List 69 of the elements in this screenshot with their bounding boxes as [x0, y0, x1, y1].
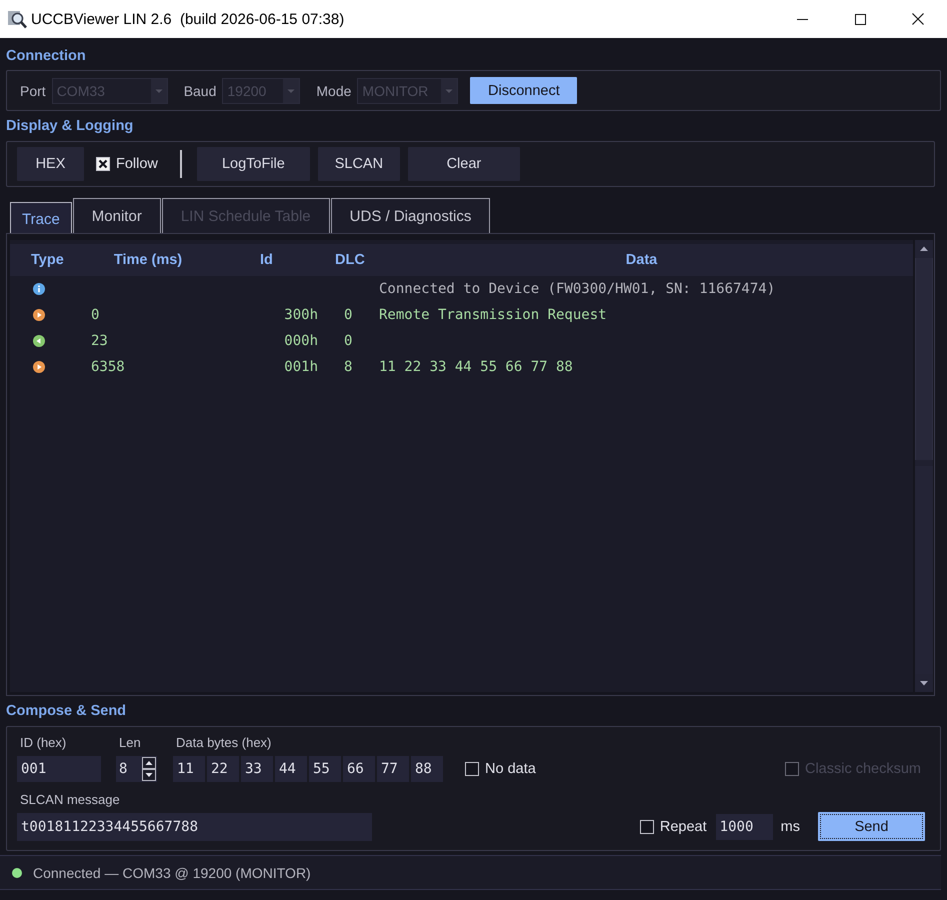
field-label: Port	[20, 82, 46, 98]
byte-input[interactable]: 88	[411, 756, 443, 782]
tab[interactable]: Trace	[10, 202, 72, 233]
table-cell-text: 6358	[90, 359, 126, 375]
caret-icon	[150, 78, 167, 102]
id-input[interactable]: 001	[17, 756, 101, 782]
checkbox-label: Repeat	[660, 818, 707, 834]
field-label: ID (hex)	[19, 735, 68, 751]
caret-icon	[283, 78, 300, 102]
field-label: Len	[118, 735, 142, 751]
checkbox[interactable]	[96, 157, 110, 171]
checkbox[interactable]	[465, 762, 479, 776]
column-header: Time (ms)	[112, 252, 184, 268]
field-label: SLCAN message	[19, 792, 121, 808]
byte-input[interactable]: 44	[275, 756, 307, 782]
tab[interactable]: UDS / Diagnostics	[330, 198, 490, 233]
table-cell-text: 0	[343, 333, 354, 349]
length-spinbox[interactable]: 8	[116, 756, 157, 782]
close-icon	[912, 13, 924, 25]
slcan-input[interactable]: t00181122334455667788	[17, 813, 372, 841]
section-title: Compose & Send	[6, 702, 128, 721]
table-cell-text: 0	[343, 307, 354, 323]
toolbar-button[interactable]: HEX	[17, 147, 84, 181]
table-cell-text: 001h	[283, 359, 319, 375]
status-text: Connected — COM33 @ 19200 (MONITOR)	[33, 864, 311, 880]
minimize-icon	[796, 18, 808, 20]
column-header: Type	[30, 252, 65, 268]
column-header: Data	[624, 252, 658, 268]
table-cell-text: 8	[343, 359, 354, 375]
column-header: DLC	[334, 252, 366, 268]
checkbox[interactable]	[640, 820, 654, 834]
spin-up-icon[interactable]	[142, 757, 156, 769]
table-cell-text: Remote Transmission Request	[378, 307, 608, 323]
field-label: Data bytes (hex)	[175, 735, 272, 751]
checkbox-label: No data	[485, 761, 536, 777]
byte-input[interactable]: 33	[241, 756, 273, 782]
table-cell-text: 23	[90, 333, 109, 349]
checkbox-label: Follow	[116, 156, 158, 172]
section-title: Display & Logging	[6, 117, 134, 136]
table-cell-text: 11 22 33 44 55 66 77 88	[378, 359, 574, 375]
byte-input[interactable]: 66	[343, 756, 375, 782]
toolbar-button[interactable]: LogToFile	[196, 147, 310, 181]
unit-label: ms	[780, 818, 800, 834]
byte-input[interactable]: 55	[309, 756, 341, 782]
table-cell-text: Connected to Device (FW0300/HW01, SN: 11667474)	[378, 281, 776, 297]
info-icon	[33, 283, 45, 295]
scrollbar-thumb[interactable]	[915, 258, 933, 460]
byte-input[interactable]: 11	[173, 756, 205, 782]
column-header: Id	[259, 252, 274, 268]
field-label: Baud	[184, 82, 216, 98]
tab[interactable]: Monitor	[72, 198, 161, 233]
send-button[interactable]: Send	[818, 812, 925, 841]
interval-input[interactable]: 1000	[716, 814, 773, 840]
caret-icon	[441, 78, 458, 102]
toolbar-button[interactable]: SLCAN	[318, 147, 400, 181]
field-label: Mode	[316, 82, 352, 98]
magnifier-icon	[7, 9, 27, 29]
spin-down-icon[interactable]	[142, 769, 156, 781]
table-cell-text: 0	[90, 307, 100, 323]
section-title: Connection	[6, 47, 87, 66]
checkbox-label: Classic checksum	[804, 761, 921, 777]
byte-input[interactable]: 22	[207, 756, 239, 782]
maximize-icon	[854, 14, 866, 24]
window-title: UCCBViewer LIN 2.6 (build 2026-06-15 07:38)	[31, 10, 344, 28]
table-cell-text: 300h	[283, 307, 319, 323]
disconnect-button[interactable]: Disconnect	[470, 77, 578, 104]
byte-input[interactable]: 77	[377, 756, 409, 782]
table-cell-text: 000h	[283, 333, 319, 349]
toolbar-button[interactable]: Clear	[408, 147, 520, 181]
